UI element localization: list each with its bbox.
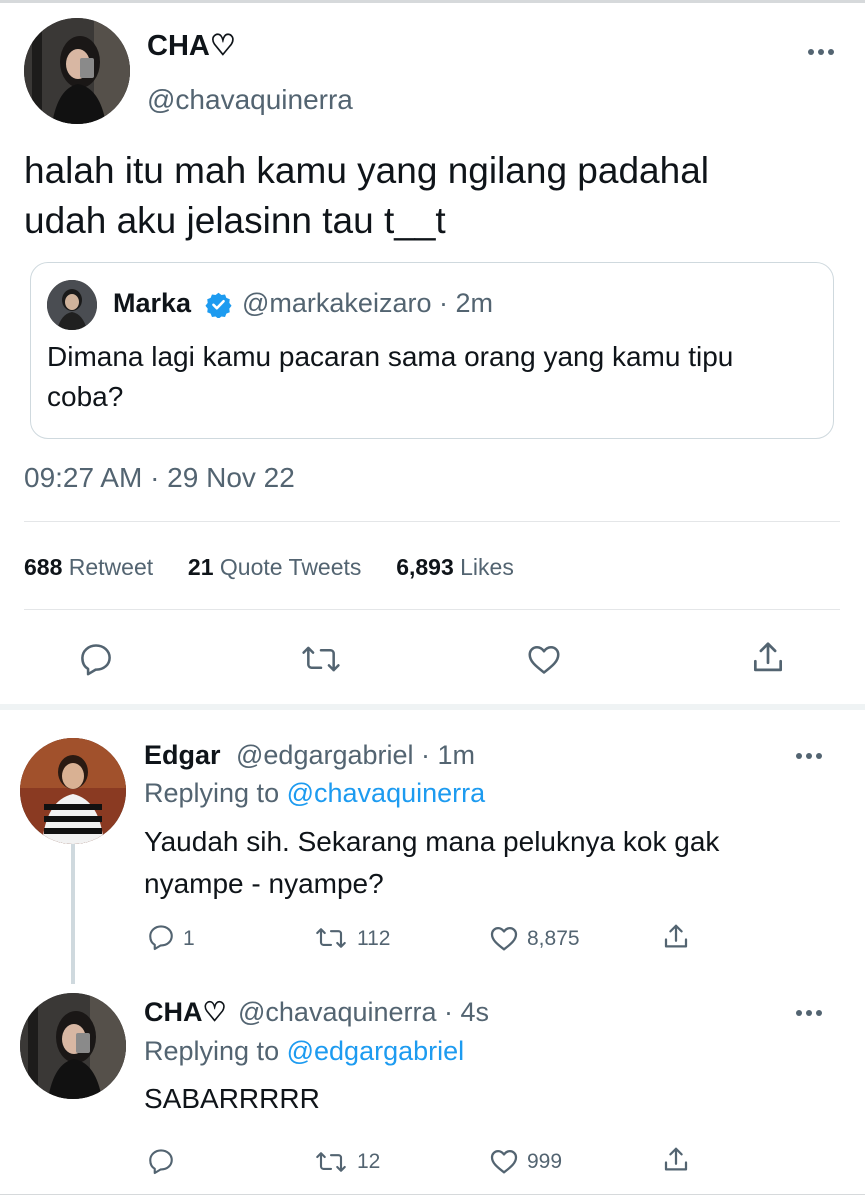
- retweet-icon[interactable]: [300, 640, 342, 678]
- replying-to-label: Replying to: [144, 778, 280, 808]
- tweet-text: halah itu mah kamu yang ngilang padahal …: [24, 146, 709, 246]
- share-icon[interactable]: [661, 921, 691, 953]
- replying-to: Replying to @edgargabriel: [144, 1036, 464, 1067]
- quote-label: Quote Tweets: [219, 554, 362, 580]
- verified-badge-icon: [205, 291, 232, 318]
- reply-icon[interactable]: [77, 640, 115, 678]
- author-display-name[interactable]: CHA♡: [147, 28, 236, 63]
- retweet-count: 688: [24, 554, 63, 580]
- like-icon[interactable]: [488, 922, 520, 954]
- quoted-handle-time[interactable]: @markakeizaro · 2m: [242, 288, 493, 319]
- replying-to-handle[interactable]: @edgargabriel: [287, 1036, 465, 1066]
- tweet-text-line: udah aku jelasinn tau t__t: [24, 200, 446, 241]
- retweet-icon[interactable]: [313, 923, 349, 953]
- retweet-count: 12: [357, 1150, 381, 1173]
- reply-icon[interactable]: [146, 922, 176, 952]
- reply-text-line: nyampe - nyampe?: [144, 868, 384, 899]
- quoted-author-avatar[interactable]: [47, 280, 97, 330]
- quote-count: 21: [187, 554, 214, 580]
- reply-text: Yaudah sih. Sekarang mana peluknya kok g…: [144, 821, 719, 905]
- reply-display-name[interactable]: CHA♡: [144, 997, 227, 1028]
- likes-label: Likes: [460, 554, 514, 580]
- tweet-stats: 688 Retweet 21 Quote Tweets 6,893 Likes: [24, 554, 514, 581]
- quoted-display-name[interactable]: Marka: [113, 288, 191, 319]
- reply-count: 1: [183, 927, 195, 950]
- quoted-tweet-text: Dimana lagi kamu pacaran sama orang yang…: [47, 337, 733, 417]
- share-icon[interactable]: [661, 1144, 691, 1176]
- quoted-text-line: coba?: [47, 381, 124, 412]
- likes-stat[interactable]: 6,893 Likes: [396, 554, 514, 580]
- more-icon[interactable]: [806, 44, 836, 60]
- like-icon[interactable]: [488, 1145, 520, 1177]
- retweet-stat[interactable]: 688 Retweet: [24, 554, 153, 580]
- replying-to-label: Replying to: [144, 1036, 280, 1066]
- quoted-text-line: Dimana lagi kamu pacaran sama orang yang…: [47, 341, 734, 372]
- like-count: 8,875: [527, 927, 580, 950]
- reply-handle-time[interactable]: @chavaquinerra · 4s: [238, 997, 489, 1028]
- bottom-border: [0, 1194, 865, 1195]
- thread-line: [71, 840, 75, 984]
- author-handle[interactable]: @chavaquinerra: [147, 84, 353, 116]
- more-icon[interactable]: [794, 748, 824, 764]
- retweet-icon[interactable]: [313, 1147, 349, 1177]
- reply-author-avatar[interactable]: [20, 738, 126, 844]
- like-icon[interactable]: [525, 640, 563, 678]
- retweet-count: 112: [357, 927, 391, 950]
- reply-author-avatar[interactable]: [20, 993, 126, 1099]
- reply-icon[interactable]: [146, 1146, 176, 1176]
- likes-count: 6,893: [396, 554, 454, 580]
- share-icon[interactable]: [749, 638, 787, 678]
- section-separator: [0, 704, 865, 710]
- tweet-text-line: halah itu mah kamu yang ngilang padahal: [24, 150, 709, 191]
- author-avatar[interactable]: [24, 18, 130, 124]
- divider: [24, 521, 840, 522]
- replying-to-handle[interactable]: @chavaquinerra: [287, 778, 486, 808]
- tweet-timestamp[interactable]: 09:27 AM · 29 Nov 22: [24, 462, 295, 494]
- reply-handle-time[interactable]: @edgargabriel · 1m: [236, 740, 475, 771]
- reply-display-name[interactable]: Edgar: [144, 740, 221, 771]
- retweet-label: Retweet: [68, 554, 154, 580]
- reply-text-line: Yaudah sih. Sekarang mana peluknya kok g…: [144, 826, 720, 857]
- top-border: [0, 0, 865, 3]
- quote-stat[interactable]: 21 Quote Tweets: [188, 554, 361, 580]
- like-count: 999: [527, 1150, 563, 1173]
- reply-text: SABARRRRR: [144, 1083, 320, 1114]
- divider: [24, 609, 840, 610]
- more-icon[interactable]: [794, 1005, 824, 1021]
- replying-to: Replying to @chavaquinerra: [144, 778, 485, 809]
